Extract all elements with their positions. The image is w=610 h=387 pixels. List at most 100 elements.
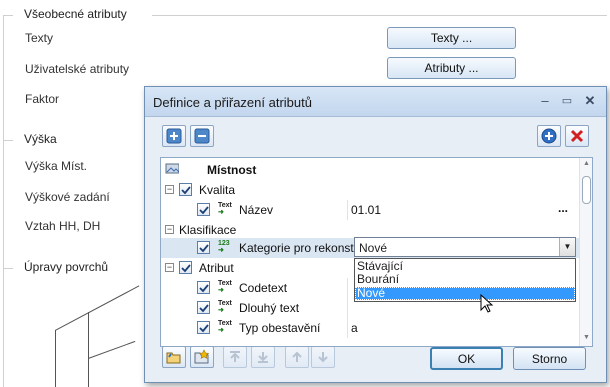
atribut-checkbox[interactable] [179,261,192,274]
close-icon[interactable]: ✕ [582,93,598,109]
tree-row-root[interactable]: Místnost [161,160,579,180]
preview-edge [55,330,56,387]
attribute-label: Codetext [239,281,288,295]
typ-value[interactable]: a [351,321,358,335]
cancel-button[interactable]: Storno [513,347,586,370]
chevron-down-icon[interactable]: ▼ [559,238,575,256]
arrow-to-top-icon [230,351,240,362]
texts-label: Texty [25,31,54,45]
general-attributes-title: Všeobecné atributy [21,7,130,21]
text-type-icon: Text ➜ [218,202,232,216]
attribute-label: Kategorie pro rekonst [239,241,354,255]
text-type-icon: Text ➜ [218,320,232,334]
dlouhy-checkbox[interactable] [197,301,210,314]
restore-icon[interactable]: ▭ [559,93,575,109]
room-height-label: Výška Míst. [25,159,88,173]
collapse-icon[interactable]: − [165,225,174,234]
minimize-icon[interactable]: – [537,93,553,109]
column-separator [347,278,348,298]
move-top-button[interactable] [223,346,247,368]
move-down-button[interactable] [311,346,335,368]
column-separator [347,200,348,220]
arrow-up-icon [292,351,302,362]
tree-row-attribute[interactable]: Text ➜ Název 01.01 ... [161,200,579,220]
save-favorite-button[interactable] [190,346,214,368]
collapse-icon[interactable]: − [165,263,174,272]
browse-button[interactable]: ... [558,201,568,215]
preview-edge [88,312,89,387]
scroll-thumb[interactable] [582,176,591,204]
height-input-label: Výškové zadání [25,190,110,204]
delete-attribute-button[interactable] [565,125,589,147]
kategorie-select-value: Nové [359,241,388,255]
arrow-to-bottom-icon [258,352,268,363]
number-type-icon: 123 ➜ [218,240,230,254]
dropdown-option-selected[interactable]: Nové [355,287,575,300]
check-icon [198,205,209,214]
nazev-checkbox[interactable] [197,203,210,216]
text-type-icon: Text ➜ [218,280,232,294]
kategorie-checkbox[interactable] [197,241,210,254]
expand-all-icon [166,128,182,144]
ok-button[interactable]: OK [430,347,503,370]
tree-scrollbar[interactable]: ▲ ▼ [579,158,592,346]
open-favorite-button[interactable] [162,346,186,368]
factor-label: Faktor [25,92,60,106]
surfaces-title: Úpravy povrchů [21,260,112,274]
text-type-icon: Text ➜ [218,300,232,314]
check-icon [198,303,209,312]
group-label: Kvalita [199,183,236,197]
scroll-down-icon[interactable]: ▼ [583,334,590,341]
height-title: Výška [21,132,60,146]
attribute-label: Název [239,203,274,217]
dropdown-option[interactable]: Bourání [355,273,575,286]
kvalita-checkbox[interactable] [179,183,192,196]
check-icon [198,323,209,332]
group-label: Klasifikace [179,223,237,237]
text-type-label: Text [218,280,232,287]
attribute-label: Dlouhý text [239,301,300,315]
collapse-icon[interactable]: − [165,185,174,194]
add-attribute-button[interactable] [537,125,561,147]
group-border [3,140,13,141]
group-border [3,15,13,16]
preview-edge [88,340,136,359]
collapse-all-icon [194,128,210,144]
text-type-label: Text [218,300,232,307]
kategorie-dropdown: Stávající Bourání Nové [354,258,576,302]
column-separator [347,318,348,338]
move-up-button[interactable] [285,346,309,368]
dialog-titlebar[interactable]: Definice a přiřazení atributů – ▭ ✕ [145,87,606,117]
room-icon [165,163,179,174]
check-icon [198,283,209,292]
user-attributes-label: Uživatelské atributy [25,62,130,76]
column-separator [347,298,348,318]
move-bottom-button[interactable] [251,346,275,368]
group-border [3,15,4,387]
attribute-dialog: Definice a přiřazení atributů – ▭ ✕ Míst… [144,86,607,383]
group-border [152,15,607,16]
check-icon [180,263,191,272]
add-attribute-icon [541,128,557,144]
save-favorite-icon [194,349,210,364]
arrow-down-icon [318,352,328,363]
texts-button[interactable]: Texty ... [387,27,516,49]
typ-checkbox[interactable] [197,321,210,334]
expand-all-button[interactable] [162,125,186,147]
attributes-button[interactable]: Atributy ... [387,57,516,79]
collapse-all-button[interactable] [190,125,214,147]
attribute-label: Typ obestavění [239,321,321,335]
check-icon [180,185,191,194]
text-type-label: Text [218,202,232,209]
codetext-checkbox[interactable] [197,281,210,294]
tree-row-group[interactable]: − Kvalita [161,180,579,200]
folder-open-icon [166,352,181,364]
delete-attribute-icon [570,129,584,143]
nazev-value[interactable]: 01.01 [351,203,381,217]
kategorie-select[interactable]: Nové ▼ [354,237,576,257]
mouse-cursor-icon [480,294,494,313]
scroll-up-icon[interactable]: ▲ [583,160,590,167]
tree-row-attribute[interactable]: Text ➜ Typ obestavění a [161,318,579,338]
preview-edge [55,285,140,331]
height-relation-label: Vztah HH, DH [25,219,101,233]
